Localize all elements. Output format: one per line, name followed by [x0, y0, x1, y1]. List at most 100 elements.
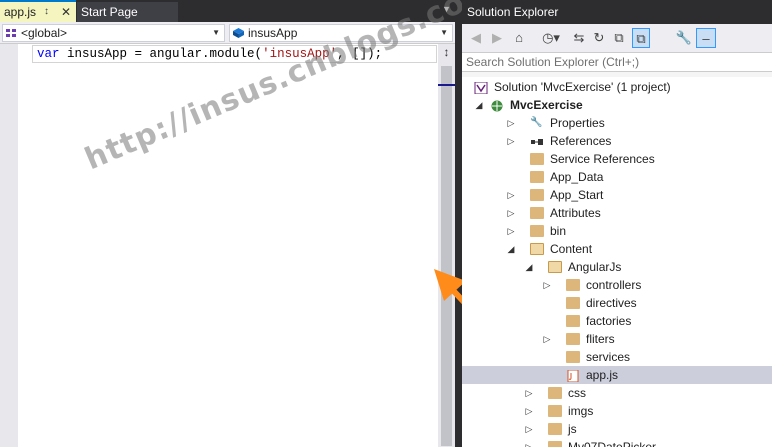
caret-position-marker: [438, 84, 455, 86]
folder-icon: [566, 333, 580, 345]
tree-item[interactable]: directives: [462, 294, 772, 312]
open-folder-icon: [548, 261, 562, 273]
tree-item-label: Solution 'MvcExercise' (1 project): [494, 80, 671, 94]
global-scope-icon: [6, 29, 16, 37]
tab-label: Start Page: [81, 5, 138, 19]
tree-item[interactable]: ▷ bin: [462, 222, 772, 240]
close-icon[interactable]: ✕: [61, 2, 71, 22]
references-icon: [530, 135, 544, 147]
tree-item[interactable]: factories: [462, 312, 772, 330]
collapsed-arrow-icon[interactable]: ▷: [506, 186, 516, 204]
collapse-all-icon[interactable]: ⧉: [610, 28, 628, 48]
panel-title-bar: Solution Explorer: [462, 0, 772, 24]
tree-item-label: controllers: [586, 278, 642, 292]
expanded-arrow-icon[interactable]: ◢: [506, 240, 516, 258]
tree-item[interactable]: ◢ Content: [462, 240, 772, 258]
tree-item-label: directives: [586, 296, 637, 310]
folder-icon: [566, 351, 580, 363]
tree-item[interactable]: ◢ AngularJs: [462, 258, 772, 276]
tree-item[interactable]: Service References: [462, 150, 772, 168]
expanded-arrow-icon[interactable]: ◢: [524, 258, 534, 276]
solution-explorer-panel: Solution Explorer ◀ ▶ ⌂ ◷▾ ⇆ ↻ ⧉ ⧉ 🔧 ‒ S…: [462, 0, 772, 447]
show-all-files-icon[interactable]: ⧉: [632, 28, 650, 48]
split-window-icon[interactable]: ↕: [438, 45, 455, 61]
tree-item[interactable]: ▷ App_Start: [462, 186, 772, 204]
tree-item[interactable]: ◢ MvcExercise: [462, 96, 772, 114]
tab-start-page[interactable]: Start Page: [77, 2, 178, 22]
folder-icon: [530, 225, 544, 237]
folder-icon: [566, 279, 580, 291]
tree-item[interactable]: ▷ controllers: [462, 276, 772, 294]
tree-item[interactable]: ▷ fliters: [462, 330, 772, 348]
code-text: insusApp = angular.module(: [59, 47, 263, 61]
scope-dropdown[interactable]: <global> ▼: [2, 24, 225, 42]
solution-tree[interactable]: Solution 'MvcExercise' (1 project) ◢ MvcEx…: [462, 77, 772, 447]
panel-title: Solution Explorer: [467, 5, 559, 19]
open-folder-icon: [530, 243, 544, 255]
forward-icon[interactable]: ▶: [488, 28, 506, 48]
folder-icon: [548, 423, 562, 435]
tree-item-label: Attributes: [550, 206, 601, 220]
chevron-down-icon: ▼: [212, 28, 220, 37]
folder-icon: [566, 297, 580, 309]
vertical-scrollbar[interactable]: ↕: [438, 44, 455, 447]
tree-item[interactable]: services: [462, 348, 772, 366]
tree-item-label: app.js: [586, 368, 619, 382]
tree-item-label: css: [568, 386, 586, 400]
properties-wrench-icon[interactable]: 🔧: [675, 28, 693, 48]
folder-icon: [548, 441, 562, 447]
collapsed-arrow-icon[interactable]: ▷: [524, 438, 534, 447]
tree-item[interactable]: ▷ Mv07DatePicker: [462, 438, 772, 447]
tree-item-label: MvcExercise: [510, 98, 583, 112]
back-icon[interactable]: ◀: [467, 28, 485, 48]
tree-item-label: References: [550, 134, 612, 148]
tree-item[interactable]: app.js: [462, 366, 772, 384]
pending-changes-filter-icon[interactable]: ◷▾: [538, 28, 564, 48]
tab-app-js[interactable]: app.js ↕ ✕: [0, 0, 76, 22]
home-icon[interactable]: ⌂: [510, 28, 528, 48]
folder-icon: [530, 189, 544, 201]
tree-item[interactable]: ▷ 🔧 Properties: [462, 114, 772, 132]
tree-item-label: bin: [550, 224, 567, 238]
tree-item[interactable]: ▷ js: [462, 420, 772, 438]
solution-icon: [474, 81, 488, 95]
folder-icon: [530, 207, 544, 219]
tree-item[interactable]: ▷ References: [462, 132, 772, 150]
tree-item[interactable]: ▷ Attributes: [462, 204, 772, 222]
expanded-arrow-icon[interactable]: ◢: [474, 96, 484, 114]
tree-item[interactable]: ▷ imgs: [462, 402, 772, 420]
solution-search-input[interactable]: Search Solution Explorer (Ctrl+;): [462, 52, 772, 72]
pin-icon[interactable]: ↕: [44, 2, 49, 22]
sync-active-document-icon[interactable]: ⇆: [570, 28, 588, 48]
solution-explorer-toolbar: ◀ ▶ ⌂ ◷▾ ⇆ ↻ ⧉ ⧉ 🔧 ‒: [462, 24, 772, 52]
tree-item[interactable]: Solution 'MvcExercise' (1 project): [462, 78, 772, 96]
tree-item[interactable]: App_Data: [462, 168, 772, 186]
collapsed-arrow-icon[interactable]: ▷: [524, 420, 534, 438]
tree-item[interactable]: ▷ css: [462, 384, 772, 402]
code-editor[interactable]: app.js ↕ ✕ Start Page ▼ <global> ▼ insus…: [0, 0, 455, 447]
folder-icon: [530, 171, 544, 183]
tree-item-label: Properties: [550, 116, 605, 130]
member-value: insusApp: [248, 26, 298, 40]
collapsed-arrow-icon[interactable]: ▷: [506, 204, 516, 222]
js-file-icon: [566, 369, 580, 383]
collapsed-arrow-icon[interactable]: ▷: [506, 114, 516, 132]
tab-label: app.js: [4, 5, 37, 19]
tree-item-label: Content: [550, 242, 593, 256]
collapsed-arrow-icon[interactable]: ▷: [506, 132, 516, 150]
folder-icon: [548, 405, 562, 417]
collapsed-arrow-icon[interactable]: ▷: [542, 276, 552, 294]
collapsed-arrow-icon[interactable]: ▷: [542, 330, 552, 348]
object-icon: [233, 28, 244, 38]
refresh-icon[interactable]: ↻: [590, 28, 608, 48]
folder-icon: [530, 153, 544, 165]
preview-selected-items-icon[interactable]: ‒: [696, 28, 716, 48]
tree-item-label: services: [586, 350, 631, 364]
collapsed-arrow-icon[interactable]: ▷: [524, 402, 534, 420]
tree-item-label: imgs: [568, 404, 594, 418]
tree-item-label: fliters: [586, 332, 615, 346]
tree-item-label: App_Data: [550, 170, 604, 184]
scope-value: <global>: [21, 26, 68, 40]
collapsed-arrow-icon[interactable]: ▷: [506, 222, 516, 240]
collapsed-arrow-icon[interactable]: ▷: [524, 384, 534, 402]
